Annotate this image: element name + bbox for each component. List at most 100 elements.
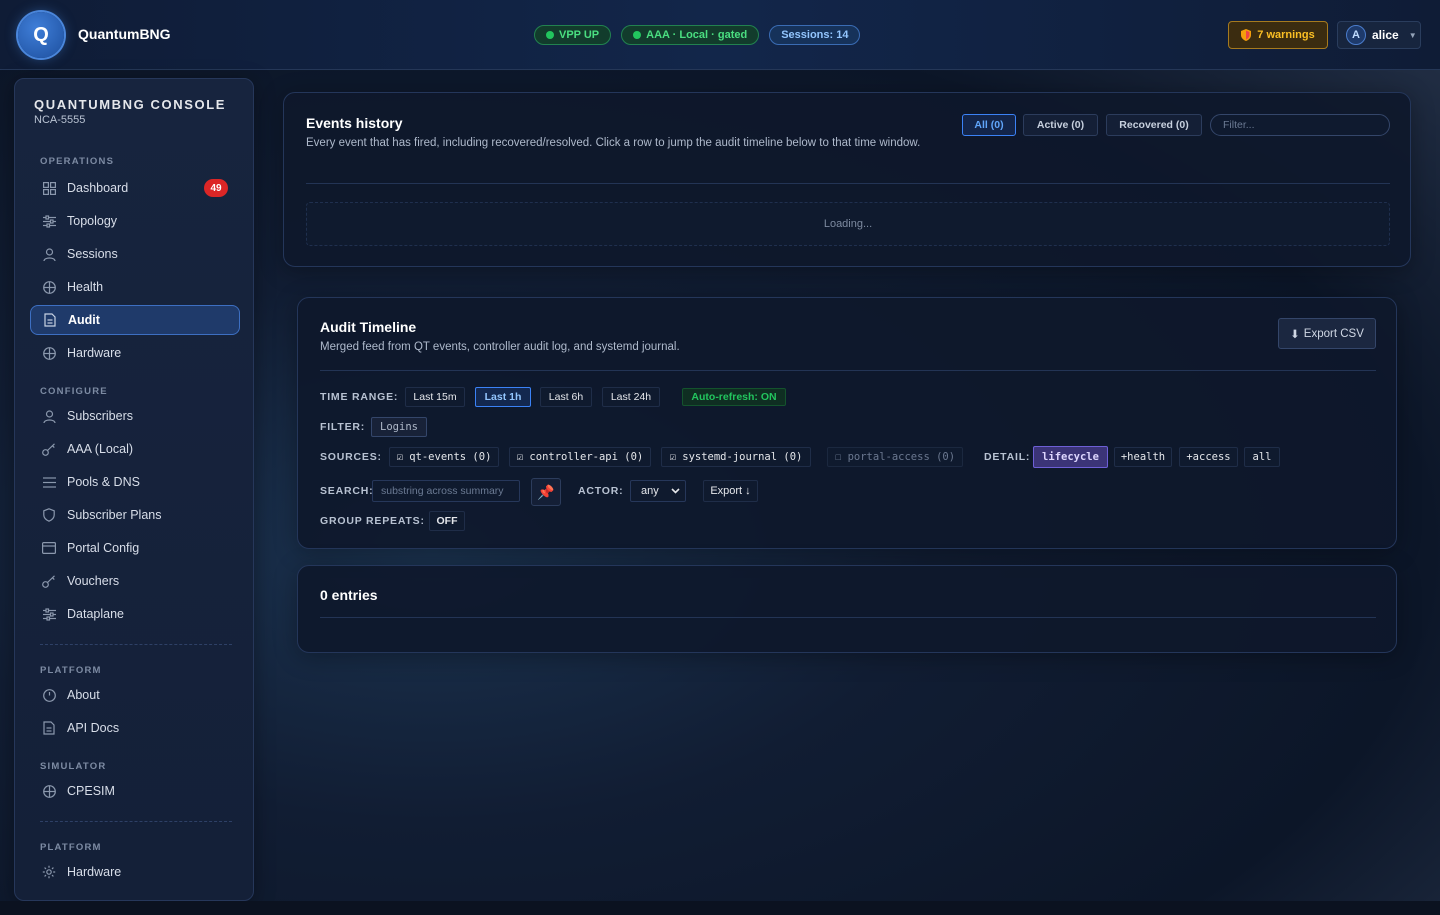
section-label-configure: CONFIGURE <box>40 386 108 397</box>
section-label-platform: PLATFORM <box>40 665 102 676</box>
sidebar-item-dataplane[interactable]: Dataplane <box>30 599 240 629</box>
sidebar-item-label: Dashboard <box>67 181 129 195</box>
key-icon <box>42 442 56 456</box>
sidebar-item-subscribers[interactable]: Subscribers <box>30 401 240 431</box>
group-repeats-label: GROUP REPEATS: <box>320 515 425 527</box>
sidebar-item-sessions[interactable]: Sessions <box>30 239 240 269</box>
time-range-6h[interactable]: Last 6h <box>540 387 592 407</box>
time-range-15m[interactable]: Last 15m <box>405 387 465 407</box>
brand-name: QuantumBNG <box>78 26 171 42</box>
sidebar-item-label: Subscribers <box>67 409 133 423</box>
chevron-down-icon <box>671 488 680 494</box>
app-logo[interactable]: Q <box>18 12 64 58</box>
shield-icon <box>42 508 56 522</box>
sidebar-item-label: Dataplane <box>67 607 124 621</box>
sliders-icon <box>42 607 56 621</box>
export-csv-button[interactable]: ⬇ Export CSV <box>1278 318 1376 349</box>
sidebar-item-about[interactable]: About <box>30 680 240 710</box>
sidebar-item-label: Pools & DNS <box>67 475 140 489</box>
entries-panel: 0 entries <box>297 565 1397 653</box>
time-range-label: TIME RANGE: <box>320 391 399 403</box>
avatar: A <box>1346 25 1366 45</box>
detail-lifecycle[interactable]: lifecycle <box>1033 446 1108 468</box>
section-label-simulator: SIMULATOR <box>40 761 107 772</box>
sidebar-item-label: Topology <box>67 214 118 228</box>
sidebar-item-label: About <box>67 688 100 702</box>
aaa-status-pill: AAA · Local · gated <box>621 25 760 45</box>
source-portal-access[interactable]: ☐ portal-access (0) <box>827 447 963 467</box>
pin-button[interactable]: 📌 <box>531 478 561 506</box>
detail-health[interactable]: +health <box>1114 447 1172 467</box>
actor-label: ACTOR: <box>578 485 624 497</box>
sidebar-item-dashboard[interactable]: Dashboard 49 <box>30 173 240 203</box>
sidebar-item-label: Vouchers <box>67 574 120 588</box>
sidebar-item-label: API Docs <box>67 721 120 735</box>
user-menu[interactable]: A alice ▼ <box>1337 21 1421 49</box>
audit-divider <box>320 370 1376 371</box>
sidebar-item-hardware[interactable]: Hardware <box>30 338 240 368</box>
sidebar-item-cpesim[interactable]: CPESIM <box>30 776 240 806</box>
source-qt-events[interactable]: ☑ qt-events (0) <box>389 447 499 467</box>
sidebar-item-label: AAA (Local) <box>67 442 134 456</box>
filter-tag-logins[interactable]: Logins <box>371 417 427 437</box>
sidebar-item-pools-dns[interactable]: Pools & DNS <box>30 467 240 497</box>
download-icon: ⬇ <box>1290 328 1300 341</box>
sidebar-item-label: Subscriber Plans <box>67 508 162 522</box>
sidebar-item-health[interactable]: Health <box>30 272 240 302</box>
tab-active[interactable]: Active (0) <box>1023 114 1098 136</box>
sidebar-divider <box>40 644 232 645</box>
document-icon <box>43 313 57 327</box>
section-label-operations: OPERATIONS <box>40 156 115 167</box>
warnings-button[interactable]: 7 warnings <box>1228 21 1328 49</box>
console-title: QUANTUMBNG CONSOLE <box>34 97 227 112</box>
tab-recovered[interactable]: Recovered (0) <box>1106 114 1202 136</box>
sidebar-item-portal-config[interactable]: Portal Config <box>30 533 240 563</box>
console-subtitle: NCA-5555 <box>34 114 86 126</box>
sidebar-divider <box>40 821 232 822</box>
sidebar-item-aaa-local[interactable]: AAA (Local) <box>30 434 240 464</box>
detail-label: DETAIL: <box>984 451 1031 463</box>
auto-refresh-toggle[interactable]: Auto-refresh: ON <box>682 388 786 406</box>
user-icon <box>42 409 56 423</box>
events-loading-placeholder: Loading... <box>306 202 1390 246</box>
sidebar-item-topology[interactable]: Topology <box>30 206 240 236</box>
time-range-24h[interactable]: Last 24h <box>602 387 660 407</box>
sidebar-item-audit[interactable]: Audit <box>30 305 240 335</box>
sidebar-item-subscriber-plans[interactable]: Subscriber Plans <box>30 500 240 530</box>
clock-icon <box>42 688 56 702</box>
source-controller-api[interactable]: ☑ controller-api (0) <box>509 447 651 467</box>
sessions-count-pill: Sessions: 14 <box>769 25 861 45</box>
sidebar-item-vouchers[interactable]: Vouchers <box>30 566 240 596</box>
gear-icon <box>42 865 56 879</box>
sidebar-item-label: Hardware <box>67 346 122 360</box>
sidebar-item-label: Portal Config <box>67 541 140 555</box>
status-pills: VPP UP AAA · Local · gated Sessions: 14 <box>534 25 861 45</box>
user-name: alice <box>1372 28 1399 42</box>
tab-all[interactable]: All (0) <box>962 114 1016 136</box>
detail-access[interactable]: +access <box>1179 447 1238 467</box>
vpp-status-pill: VPP UP <box>534 25 612 45</box>
source-systemd-journal[interactable]: ☑ systemd-journal (0) <box>661 447 811 467</box>
events-history-panel: Events history Every event that has fire… <box>283 92 1411 267</box>
window-icon <box>42 541 56 555</box>
search-input[interactable]: substring across summary <box>372 480 520 502</box>
top-bar: Q QuantumBNG VPP UP AAA · Local · gated … <box>0 0 1440 70</box>
section-label-platform-2: PLATFORM <box>40 842 102 853</box>
events-divider <box>306 183 1390 184</box>
sidebar-item-hardware-2[interactable]: Hardware <box>30 857 240 887</box>
status-dot-icon <box>546 31 554 39</box>
events-filter-input[interactable]: Filter... <box>1210 114 1390 136</box>
actor-select[interactable]: any <box>630 480 686 502</box>
events-history-title: Events history <box>306 115 403 131</box>
globe-icon <box>42 280 56 294</box>
pin-icon: 📌 <box>537 483 555 500</box>
export-dropdown-button[interactable]: Export ↓ <box>703 480 758 502</box>
filter-label: FILTER: <box>320 421 366 433</box>
detail-all[interactable]: all <box>1244 447 1280 467</box>
sidebar-item-api-docs[interactable]: API Docs <box>30 713 240 743</box>
document-icon <box>42 721 56 735</box>
time-range-1h[interactable]: Last 1h <box>475 387 531 407</box>
list-icon <box>42 475 56 489</box>
globe-icon <box>42 346 56 360</box>
group-repeats-toggle[interactable]: OFF <box>429 511 465 531</box>
